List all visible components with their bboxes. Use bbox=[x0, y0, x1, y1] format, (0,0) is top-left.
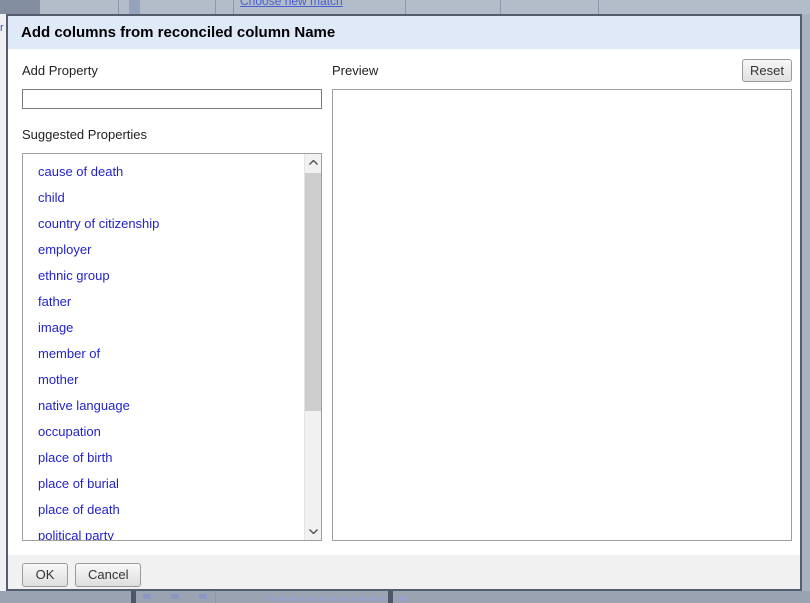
scroll-up-button[interactable] bbox=[305, 154, 322, 171]
dialog-footer: OK Cancel bbox=[8, 555, 800, 589]
ok-button[interactable]: OK bbox=[22, 563, 68, 587]
background-clipped-text: r bbox=[0, 22, 4, 34]
property-link[interactable]: ethnic group bbox=[23, 263, 304, 289]
suggested-properties-label: Suggested Properties bbox=[22, 127, 147, 142]
property-link[interactable]: cause of death bbox=[23, 159, 304, 185]
background-right-edge bbox=[802, 14, 810, 591]
property-link[interactable]: member of bbox=[23, 341, 304, 367]
property-link[interactable]: mother bbox=[23, 367, 304, 393]
scrollbar-thumb[interactable] bbox=[305, 173, 322, 411]
list-scrollbar[interactable] bbox=[304, 154, 321, 540]
property-link[interactable]: employer bbox=[23, 237, 304, 263]
property-link[interactable]: occupation bbox=[23, 419, 304, 445]
property-link[interactable]: father bbox=[23, 289, 304, 315]
suggested-properties-listbox: cause of deathchildcountry of citizenshi… bbox=[22, 153, 322, 541]
property-link[interactable]: place of birth bbox=[23, 445, 304, 471]
choose-new-match-link: Choose new match bbox=[240, 0, 350, 8]
background-table-bottom bbox=[0, 591, 810, 603]
chevron-down-icon bbox=[309, 529, 318, 534]
property-link[interactable]: place of burial bbox=[23, 471, 304, 497]
dialog-header: Add columns from reconciled column Name bbox=[8, 16, 800, 49]
property-link[interactable]: political party bbox=[23, 523, 304, 540]
property-link[interactable]: country of citizenship bbox=[23, 211, 304, 237]
add-property-label: Add Property bbox=[22, 63, 98, 78]
property-link[interactable]: native language bbox=[23, 393, 304, 419]
property-link[interactable]: child bbox=[23, 185, 304, 211]
dialog-title: Add columns from reconciled column Name bbox=[21, 24, 335, 41]
property-search-input[interactable] bbox=[22, 89, 322, 109]
background-table-top: Choose new match bbox=[0, 0, 810, 14]
preview-label: Preview bbox=[332, 63, 378, 78]
property-link[interactable]: place of death bbox=[23, 497, 304, 523]
background-table-header-cell bbox=[0, 0, 40, 14]
preview-panel bbox=[332, 89, 792, 541]
scroll-down-button[interactable] bbox=[305, 523, 322, 540]
property-link[interactable]: image bbox=[23, 315, 304, 341]
add-columns-dialog: Add columns from reconciled column Name … bbox=[6, 14, 802, 591]
cancel-button[interactable]: Cancel bbox=[75, 563, 141, 587]
suggested-properties-list: cause of deathchildcountry of citizenshi… bbox=[23, 154, 304, 540]
chevron-up-icon bbox=[309, 160, 318, 165]
reset-button[interactable]: Reset bbox=[742, 59, 792, 82]
